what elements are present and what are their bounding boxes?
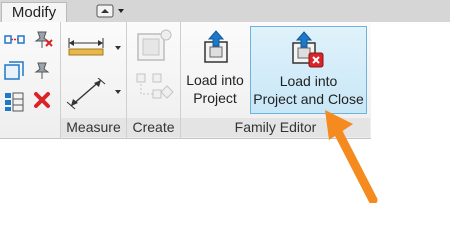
- measure-ruler-icon[interactable]: [65, 34, 123, 58]
- delete-icon[interactable]: [33, 91, 51, 109]
- ribbon-display-dropdown[interactable]: [95, 3, 127, 19]
- align-icon[interactable]: [4, 30, 26, 50]
- load-into-project-label-line2: Project: [193, 90, 237, 106]
- ribbon-tab-strip: [0, 0, 450, 22]
- create-similar-icon[interactable]: [133, 70, 175, 108]
- panel-label-create: Create: [127, 118, 180, 137]
- unpin-icon[interactable]: [32, 28, 54, 50]
- panel-label-measure: Measure: [61, 118, 126, 137]
- callout-arrow-icon: [325, 110, 378, 203]
- tab-modify[interactable]: Modify: [1, 2, 67, 22]
- load-into-project-icon: [204, 30, 228, 63]
- create-group-icon[interactable]: [133, 28, 175, 66]
- pin-icon[interactable]: [32, 60, 54, 80]
- load-into-project-and-close-label-line1: Load into: [279, 73, 338, 89]
- load-into-project-and-close-icon: [292, 31, 324, 68]
- load-into-project-and-close-label-line2: Project and Close: [253, 91, 364, 107]
- array-icon[interactable]: [3, 90, 25, 112]
- aligned-dimension-icon[interactable]: [65, 78, 123, 110]
- minimize-ribbon-icon: [96, 4, 124, 18]
- load-into-project-button[interactable]: Load into Project: [183, 26, 247, 114]
- offset-icon[interactable]: [3, 60, 25, 82]
- load-into-project-label-line1: Load into: [186, 72, 244, 88]
- load-into-project-and-close-button[interactable]: Load into Project and Close: [250, 26, 367, 114]
